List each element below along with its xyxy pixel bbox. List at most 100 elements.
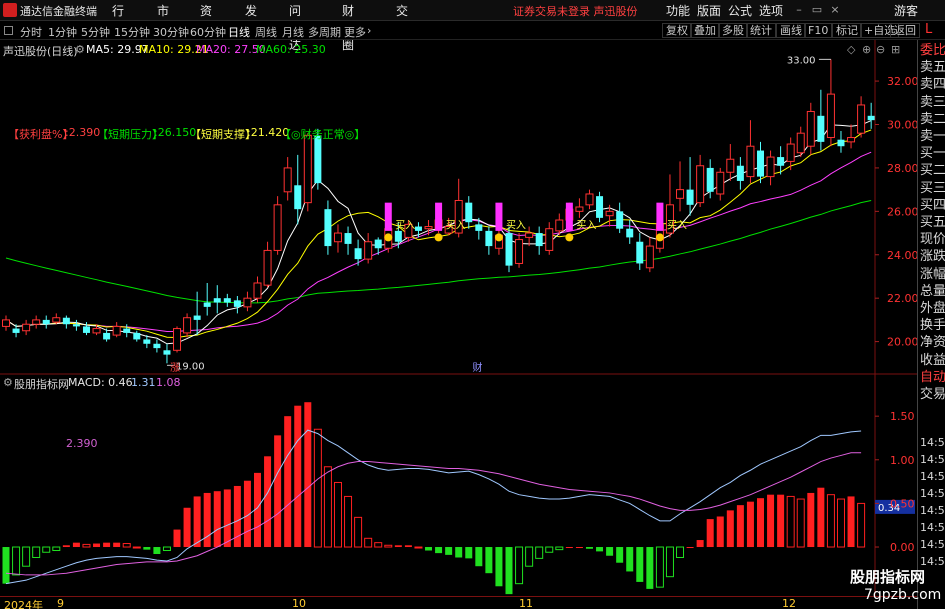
candle — [133, 330, 141, 342]
candle-body — [203, 302, 211, 307]
order-panel-item[interactable]: 卖四 — [920, 77, 945, 92]
macd-bar — [847, 496, 855, 548]
adjust-button[interactable]: 复权 — [662, 23, 692, 38]
candle — [676, 161, 685, 212]
f10-button[interactable]: F10 — [804, 23, 833, 38]
date-label-oct: 10 — [292, 597, 306, 609]
candle — [253, 276, 262, 303]
guest-label[interactable]: 游客 — [894, 2, 918, 19]
menu-item-formula[interactable]: 公式 — [728, 2, 752, 19]
candle-body — [243, 297, 252, 308]
macd-bar — [786, 495, 795, 548]
macd-bar — [374, 542, 383, 548]
macd-settings-icon[interactable]: ⚙ — [3, 376, 13, 389]
order-panel-item[interactable]: 涨幅 — [920, 267, 945, 282]
order-panel-item[interactable]: 外盘 — [920, 301, 945, 316]
macd-bar — [113, 542, 121, 548]
order-panel-item[interactable]: 卖一 — [920, 129, 945, 144]
period-monthly[interactable]: 月线 — [282, 24, 304, 40]
candle — [817, 89, 825, 151]
order-panel-item[interactable]: 买三 — [920, 181, 945, 196]
candle — [263, 241, 272, 288]
multi-stock-button[interactable]: 多股 — [718, 23, 748, 38]
macd-bar — [82, 543, 91, 548]
settings-icon[interactable]: ⚙ — [75, 43, 85, 56]
order-panel-item[interactable]: 现价 — [920, 232, 945, 247]
menu-item-options[interactable]: 选项 — [759, 2, 783, 19]
chevron-right-icon[interactable]: › — [367, 24, 371, 37]
candle — [736, 157, 744, 190]
trade-time: 14:56 — [920, 504, 945, 517]
macd-bar — [505, 547, 513, 595]
stock-title[interactable]: 声迅股份(日线) — [3, 43, 78, 59]
period-1min[interactable]: 1分钟 — [48, 24, 77, 40]
back-button[interactable]: 返回 — [890, 23, 920, 38]
macd-bar — [555, 546, 564, 551]
buy-label: 买入 — [446, 220, 466, 232]
period-more[interactable]: 更多 — [344, 24, 366, 40]
minimize-icon[interactable]: – — [793, 4, 805, 16]
candle — [696, 154, 705, 207]
order-panel-item[interactable]: 卖五 — [920, 60, 945, 75]
restore-icon[interactable]: ▭ — [811, 4, 823, 16]
period-multi[interactable]: 多周期 — [308, 24, 341, 40]
candle-body — [32, 319, 41, 325]
candle-body — [806, 110, 815, 147]
order-panel-item[interactable]: 收益 — [920, 353, 945, 368]
order-panel-item[interactable]: 换手 — [920, 318, 945, 333]
period-weekly[interactable]: 周线 — [255, 24, 277, 40]
buy-label: 买入 — [576, 220, 596, 232]
menu-item-function[interactable]: 功能 — [666, 2, 690, 19]
order-panel-item[interactable]: 买二 — [920, 163, 945, 178]
order-panel-item[interactable]: 交易 — [920, 387, 945, 402]
macd-bar — [746, 501, 754, 548]
order-panel-item[interactable]: 涨跌 — [920, 249, 945, 264]
period-60min[interactable]: 60分钟 — [190, 24, 226, 40]
menu-item-layout[interactable]: 版面 — [697, 2, 721, 19]
order-panel-item[interactable]: 净资 — [920, 335, 945, 350]
period-daily[interactable]: 日线 — [228, 24, 250, 40]
macd-source[interactable]: 股朋指标网 — [14, 376, 69, 392]
candle-body — [605, 210, 614, 217]
buy-marker-bar — [565, 202, 573, 231]
add-icon[interactable]: ⊕ — [862, 43, 871, 56]
candle — [757, 141, 764, 184]
candle — [626, 220, 634, 244]
mark-button[interactable]: 标记 — [832, 23, 862, 38]
candle-body — [757, 150, 764, 177]
diamond-icon[interactable]: ◇ — [847, 43, 855, 56]
stats-button[interactable]: 统计 — [746, 23, 776, 38]
candle — [283, 157, 292, 201]
order-panel-item[interactable]: 总量 — [920, 284, 945, 299]
order-panel-item[interactable]: 委比 — [920, 43, 945, 58]
login-alert[interactable]: 证券交易未登录 声迅股份 — [513, 3, 638, 19]
candle-body — [303, 134, 312, 204]
overlay-button[interactable]: 叠加 — [690, 23, 720, 38]
candle-body — [686, 189, 694, 205]
macd-bar — [606, 547, 614, 556]
candle-body — [696, 165, 705, 204]
close-icon[interactable]: × — [829, 4, 841, 16]
price-tick-label: 28.00 — [887, 162, 917, 175]
order-panel-item[interactable]: 自动 — [920, 370, 945, 385]
order-panel-item[interactable]: 买四 — [920, 198, 945, 213]
period-15min[interactable]: 15分钟 — [114, 24, 150, 40]
candle — [2, 315, 10, 331]
watermark: 股朋指标网 7gpzb.com — [850, 568, 942, 603]
order-panel-item[interactable]: 卖二 — [920, 112, 945, 127]
period-30min[interactable]: 30分钟 — [153, 24, 189, 40]
macd-bar — [475, 547, 483, 567]
order-panel-item[interactable]: 买五 — [920, 215, 945, 230]
order-panel-item[interactable]: 卖三 — [920, 95, 945, 110]
period-checkbox[interactable] — [4, 26, 13, 35]
order-panel-item[interactable]: 买一 — [920, 146, 945, 161]
remove-icon[interactable]: ⊖ — [876, 43, 885, 56]
period-5min[interactable]: 5分钟 — [81, 24, 110, 40]
macd-bar — [323, 466, 332, 548]
l-icon[interactable]: L — [925, 22, 932, 37]
candle-body — [817, 115, 825, 142]
period-tick[interactable]: 分时 — [20, 24, 42, 40]
expand-icon[interactable]: ⊞ — [891, 43, 900, 56]
draw-line-button[interactable]: 画线 — [776, 23, 806, 38]
candle — [826, 59, 835, 147]
